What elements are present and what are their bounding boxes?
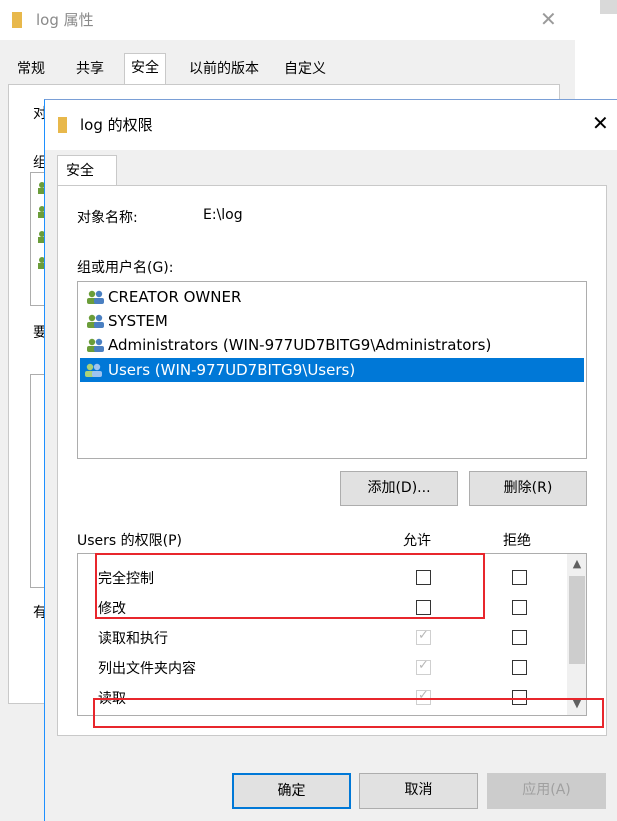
close-icon[interactable]: ✕ bbox=[592, 111, 609, 135]
list-item[interactable]: SYSTEM bbox=[82, 309, 172, 333]
tab-customize[interactable]: 自定义 bbox=[278, 55, 332, 84]
annotation-highlight-box bbox=[95, 553, 485, 619]
remove-button[interactable]: 删除(R) bbox=[469, 471, 587, 506]
user-name: Users (WIN-977UD7BITG9\Users) bbox=[108, 361, 356, 379]
user-group-icon bbox=[87, 338, 104, 352]
cancel-button[interactable]: 取消 bbox=[359, 773, 478, 809]
object-name-label: 对象名称: bbox=[77, 210, 138, 226]
table-row: 列出文件夹内容 ✓ bbox=[78, 653, 566, 683]
user-name: SYSTEM bbox=[108, 312, 168, 330]
user-name: Administrators (WIN-977UD7BITG9\Administ… bbox=[108, 336, 492, 354]
user-group-icon bbox=[87, 314, 104, 328]
permissions-for-label: Users 的权限(P) bbox=[77, 533, 183, 549]
ok-button[interactable]: 确定 bbox=[232, 773, 351, 809]
folder-icon bbox=[12, 12, 22, 28]
dialog-titlebar: log 的权限 ✕ bbox=[45, 100, 617, 150]
deny-column-header: 拒绝 bbox=[503, 533, 531, 549]
properties-title: log 属性 bbox=[36, 11, 94, 29]
deny-checkbox[interactable] bbox=[512, 660, 527, 675]
scroll-up-icon[interactable]: ▲ bbox=[567, 554, 586, 574]
object-name-value: E:\log bbox=[203, 207, 243, 223]
close-icon[interactable]: ✕ bbox=[540, 7, 557, 31]
dialog-title: log 的权限 bbox=[80, 116, 153, 134]
permission-name: 列出文件夹内容 bbox=[98, 661, 196, 677]
checkmark-icon: ✓ bbox=[418, 658, 429, 673]
deny-checkbox[interactable] bbox=[512, 630, 527, 645]
user-name: CREATOR OWNER bbox=[108, 288, 242, 306]
scroll-thumb[interactable] bbox=[569, 576, 585, 664]
user-group-icon bbox=[87, 290, 104, 304]
permission-name: 读取和执行 bbox=[98, 631, 168, 647]
user-group-icon bbox=[85, 363, 102, 377]
list-item[interactable]: CREATOR OWNER bbox=[82, 285, 245, 309]
tab-sharing[interactable]: 共享 bbox=[70, 55, 110, 84]
annotation-highlight-box bbox=[93, 698, 604, 728]
properties-titlebar: log 属性 ✕ bbox=[0, 0, 575, 40]
tab-security[interactable]: 安全 bbox=[124, 53, 166, 84]
allow-checkbox: ✓ bbox=[416, 628, 431, 645]
table-row: 读取和执行 ✓ bbox=[78, 623, 566, 653]
list-item[interactable]: Administrators (WIN-977UD7BITG9\Administ… bbox=[82, 333, 495, 357]
allow-column-header: 允许 bbox=[403, 533, 431, 549]
allow-checkbox: ✓ bbox=[416, 658, 431, 675]
deny-checkbox[interactable] bbox=[512, 600, 527, 615]
apply-button[interactable]: 应用(A) bbox=[487, 773, 606, 809]
user-list[interactable]: CREATOR OWNER SYSTEM Administrators (WIN… bbox=[77, 281, 587, 459]
tab-security[interactable]: 安全 bbox=[57, 155, 117, 186]
tab-previous-versions[interactable]: 以前的版本 bbox=[183, 55, 265, 84]
add-button[interactable]: 添加(D)... bbox=[340, 471, 458, 506]
deny-checkbox[interactable] bbox=[512, 570, 527, 585]
vertical-scrollbar[interactable]: ▲ ▼ bbox=[567, 554, 586, 715]
folder-icon bbox=[58, 117, 67, 133]
checkmark-icon: ✓ bbox=[418, 628, 429, 643]
desktop-background bbox=[600, 0, 617, 14]
tab-general[interactable]: 常规 bbox=[11, 55, 51, 84]
list-item-selected[interactable]: Users (WIN-977UD7BITG9\Users) bbox=[80, 358, 584, 382]
group-or-user-label: 组或用户名(G): bbox=[77, 260, 174, 276]
